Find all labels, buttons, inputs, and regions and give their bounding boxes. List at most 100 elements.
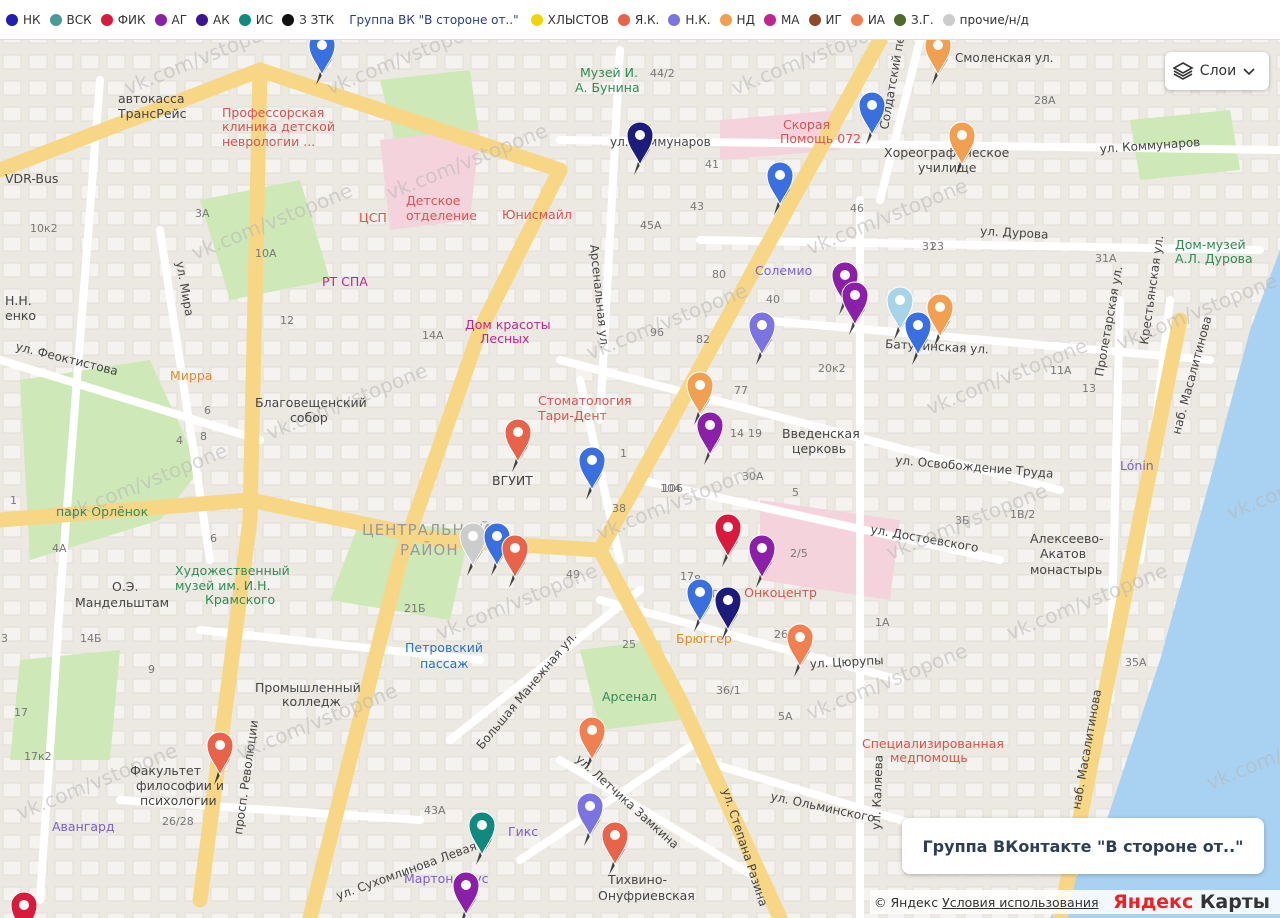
legend-label: Я.К. — [634, 12, 660, 27]
poi-label[interactable]: автокасса — [118, 91, 185, 106]
poi-label[interactable]: Факультет — [130, 763, 201, 778]
copyright-bar: © Яндекс Условия использования Яндекс Ка… — [870, 890, 1280, 914]
house-number: 82 — [696, 333, 710, 346]
poi-label[interactable]: колледж — [282, 694, 341, 709]
poi-label[interactable]: клиника детской — [222, 119, 335, 134]
poi-label[interactable]: Промышленный — [255, 680, 361, 695]
house-number: 21Б — [404, 602, 426, 615]
poi-label[interactable]: Крамского — [205, 592, 275, 607]
map-pin-icon[interactable] — [10, 891, 38, 918]
poi-label[interactable]: училище — [918, 160, 977, 175]
legend-item[interactable]: Я.К. — [617, 12, 660, 27]
poi-label[interactable]: VDR-Bus — [5, 171, 58, 186]
house-number: 14 — [730, 427, 744, 440]
map-canvas[interactable]: ул. Коммунаров ул. Коммунаровул. ДуроваБа… — [0, 40, 1280, 918]
poi-label[interactable]: Стоматология — [538, 393, 632, 408]
poi-label[interactable]: Петровский — [405, 640, 483, 655]
poi-label[interactable]: Дом-музей — [1175, 237, 1246, 252]
terms-link[interactable]: Условия использования — [942, 895, 1098, 910]
poi-label[interactable]: Солемио — [755, 263, 812, 278]
poi-label[interactable]: Юнисмайл — [502, 207, 572, 222]
house-number: 6 — [210, 532, 217, 545]
poi-label[interactable]: ЦСП — [359, 210, 387, 225]
legend-item[interactable]: МА — [763, 13, 800, 27]
legend-label: Н.К. — [685, 12, 711, 27]
poi-label[interactable]: Мирра — [170, 368, 212, 383]
poi-label[interactable]: ТрансРейс — [117, 106, 187, 121]
legend-item[interactable]: ВСК — [49, 13, 92, 27]
house-number: 14А — [422, 329, 444, 342]
poi-label[interactable]: пассаж — [420, 656, 469, 671]
poi-label[interactable]: отделение — [406, 208, 477, 223]
legend-dot-icon — [100, 13, 113, 26]
legend-item[interactable]: З.Г. — [894, 13, 934, 27]
poi-label[interactable]: О.Э. — [112, 579, 139, 594]
poi-label[interactable]: Помощь 072 — [780, 131, 861, 146]
legend-item[interactable]: ФИК — [100, 13, 146, 27]
legend-dot-icon — [942, 13, 955, 26]
poi-label[interactable]: ВГУИТ — [492, 473, 533, 488]
poi-label[interactable]: парк Орлёнок — [56, 504, 149, 519]
poi-label[interactable]: Благовещенский — [255, 395, 367, 410]
poi-label[interactable]: Авангард — [52, 819, 115, 834]
poi-label[interactable]: музей им. И.Н. — [175, 578, 270, 593]
poi-label[interactable]: собор — [290, 410, 328, 425]
legend-item[interactable]: прочие/н/д — [942, 12, 1029, 27]
legend-dot-icon — [719, 13, 732, 26]
legend-item[interactable]: Н.К. — [668, 12, 711, 27]
poi-label[interactable]: Дом красоты — [465, 317, 551, 332]
poi-label[interactable]: Лесных — [480, 331, 529, 346]
poi-label[interactable]: Тари-Дент — [537, 408, 607, 423]
poi-label[interactable]: Музей И. — [580, 65, 638, 80]
poi-label[interactable]: Тихвино- — [607, 872, 667, 887]
legend-item[interactable]: ИГ — [808, 13, 842, 27]
legend-item[interactable]: НК — [6, 13, 41, 27]
house-number: 45А — [640, 219, 662, 232]
house-number: 1А — [875, 616, 890, 629]
poi-label[interactable]: Гикс — [508, 824, 538, 839]
chevron-down-icon — [1243, 68, 1255, 76]
poi-label[interactable]: медпомощь — [890, 750, 968, 765]
legend-item[interactable]: З ЗТК — [282, 13, 334, 27]
poi-label[interactable]: А. Бунина — [575, 80, 640, 95]
legend-item[interactable]: АК — [196, 13, 230, 27]
poi-label[interactable]: Алексеево- — [1030, 531, 1104, 546]
poi-label[interactable]: монастырь — [1030, 562, 1102, 577]
house-number: 10к2 — [30, 222, 58, 235]
poi-label[interactable]: Брюггер — [676, 631, 732, 646]
legend-item[interactable]: ИС — [238, 13, 273, 27]
poi-label[interactable]: Профессорская — [222, 105, 324, 120]
legend-item[interactable]: АГ — [154, 13, 187, 27]
poi-label[interactable]: енко — [5, 308, 36, 323]
legend-item[interactable]: ИА — [850, 13, 885, 27]
poi-label[interactable]: Художественный — [175, 563, 290, 578]
poi-label[interactable]: Хореографическое — [884, 145, 1010, 160]
house-number: 2/5 — [790, 547, 808, 560]
poi-label[interactable]: психологии — [140, 793, 217, 808]
poi-label[interactable]: неврологии ... — [222, 134, 315, 149]
legend-group-link[interactable]: Группа ВК "В стороне от.." — [349, 13, 518, 27]
poi-label[interactable]: Н.Н. — [5, 293, 32, 308]
legend-dot-icon — [6, 13, 18, 26]
poi-label[interactable]: Арсенал — [602, 689, 657, 704]
poi-label[interactable]: Введенская — [782, 426, 860, 441]
poi-label[interactable]: церковь — [792, 441, 846, 456]
poi-label[interactable]: РТ СПА — [322, 274, 368, 289]
poi-label[interactable]: Детское — [406, 193, 461, 208]
legend-item[interactable]: НД — [719, 13, 755, 27]
poi-label[interactable]: Мандельштам — [75, 595, 169, 610]
legend-label: прочие/н/д — [959, 12, 1029, 27]
poi-label[interactable]: Скорая — [783, 117, 830, 132]
legend-label: НК — [23, 12, 41, 27]
legend-item[interactable]: ХЛЫСТОВ — [530, 13, 609, 27]
poi-label[interactable]: Акатов — [1040, 546, 1086, 561]
poi-label[interactable]: Онуфриевская — [598, 888, 695, 903]
layers-button[interactable]: Слои — [1165, 52, 1269, 90]
group-link-box[interactable]: Группа ВКонтакте "В стороне от.." — [902, 818, 1264, 874]
poi-label[interactable]: А.Л. Дурова — [1175, 251, 1253, 266]
poi-label[interactable]: философии и — [136, 778, 224, 793]
house-number: 3 — [1, 632, 8, 645]
legend-label: АК — [213, 12, 230, 27]
poi-label[interactable]: Lónin — [1120, 458, 1154, 473]
poi-label[interactable]: Специализированная — [862, 736, 1004, 751]
